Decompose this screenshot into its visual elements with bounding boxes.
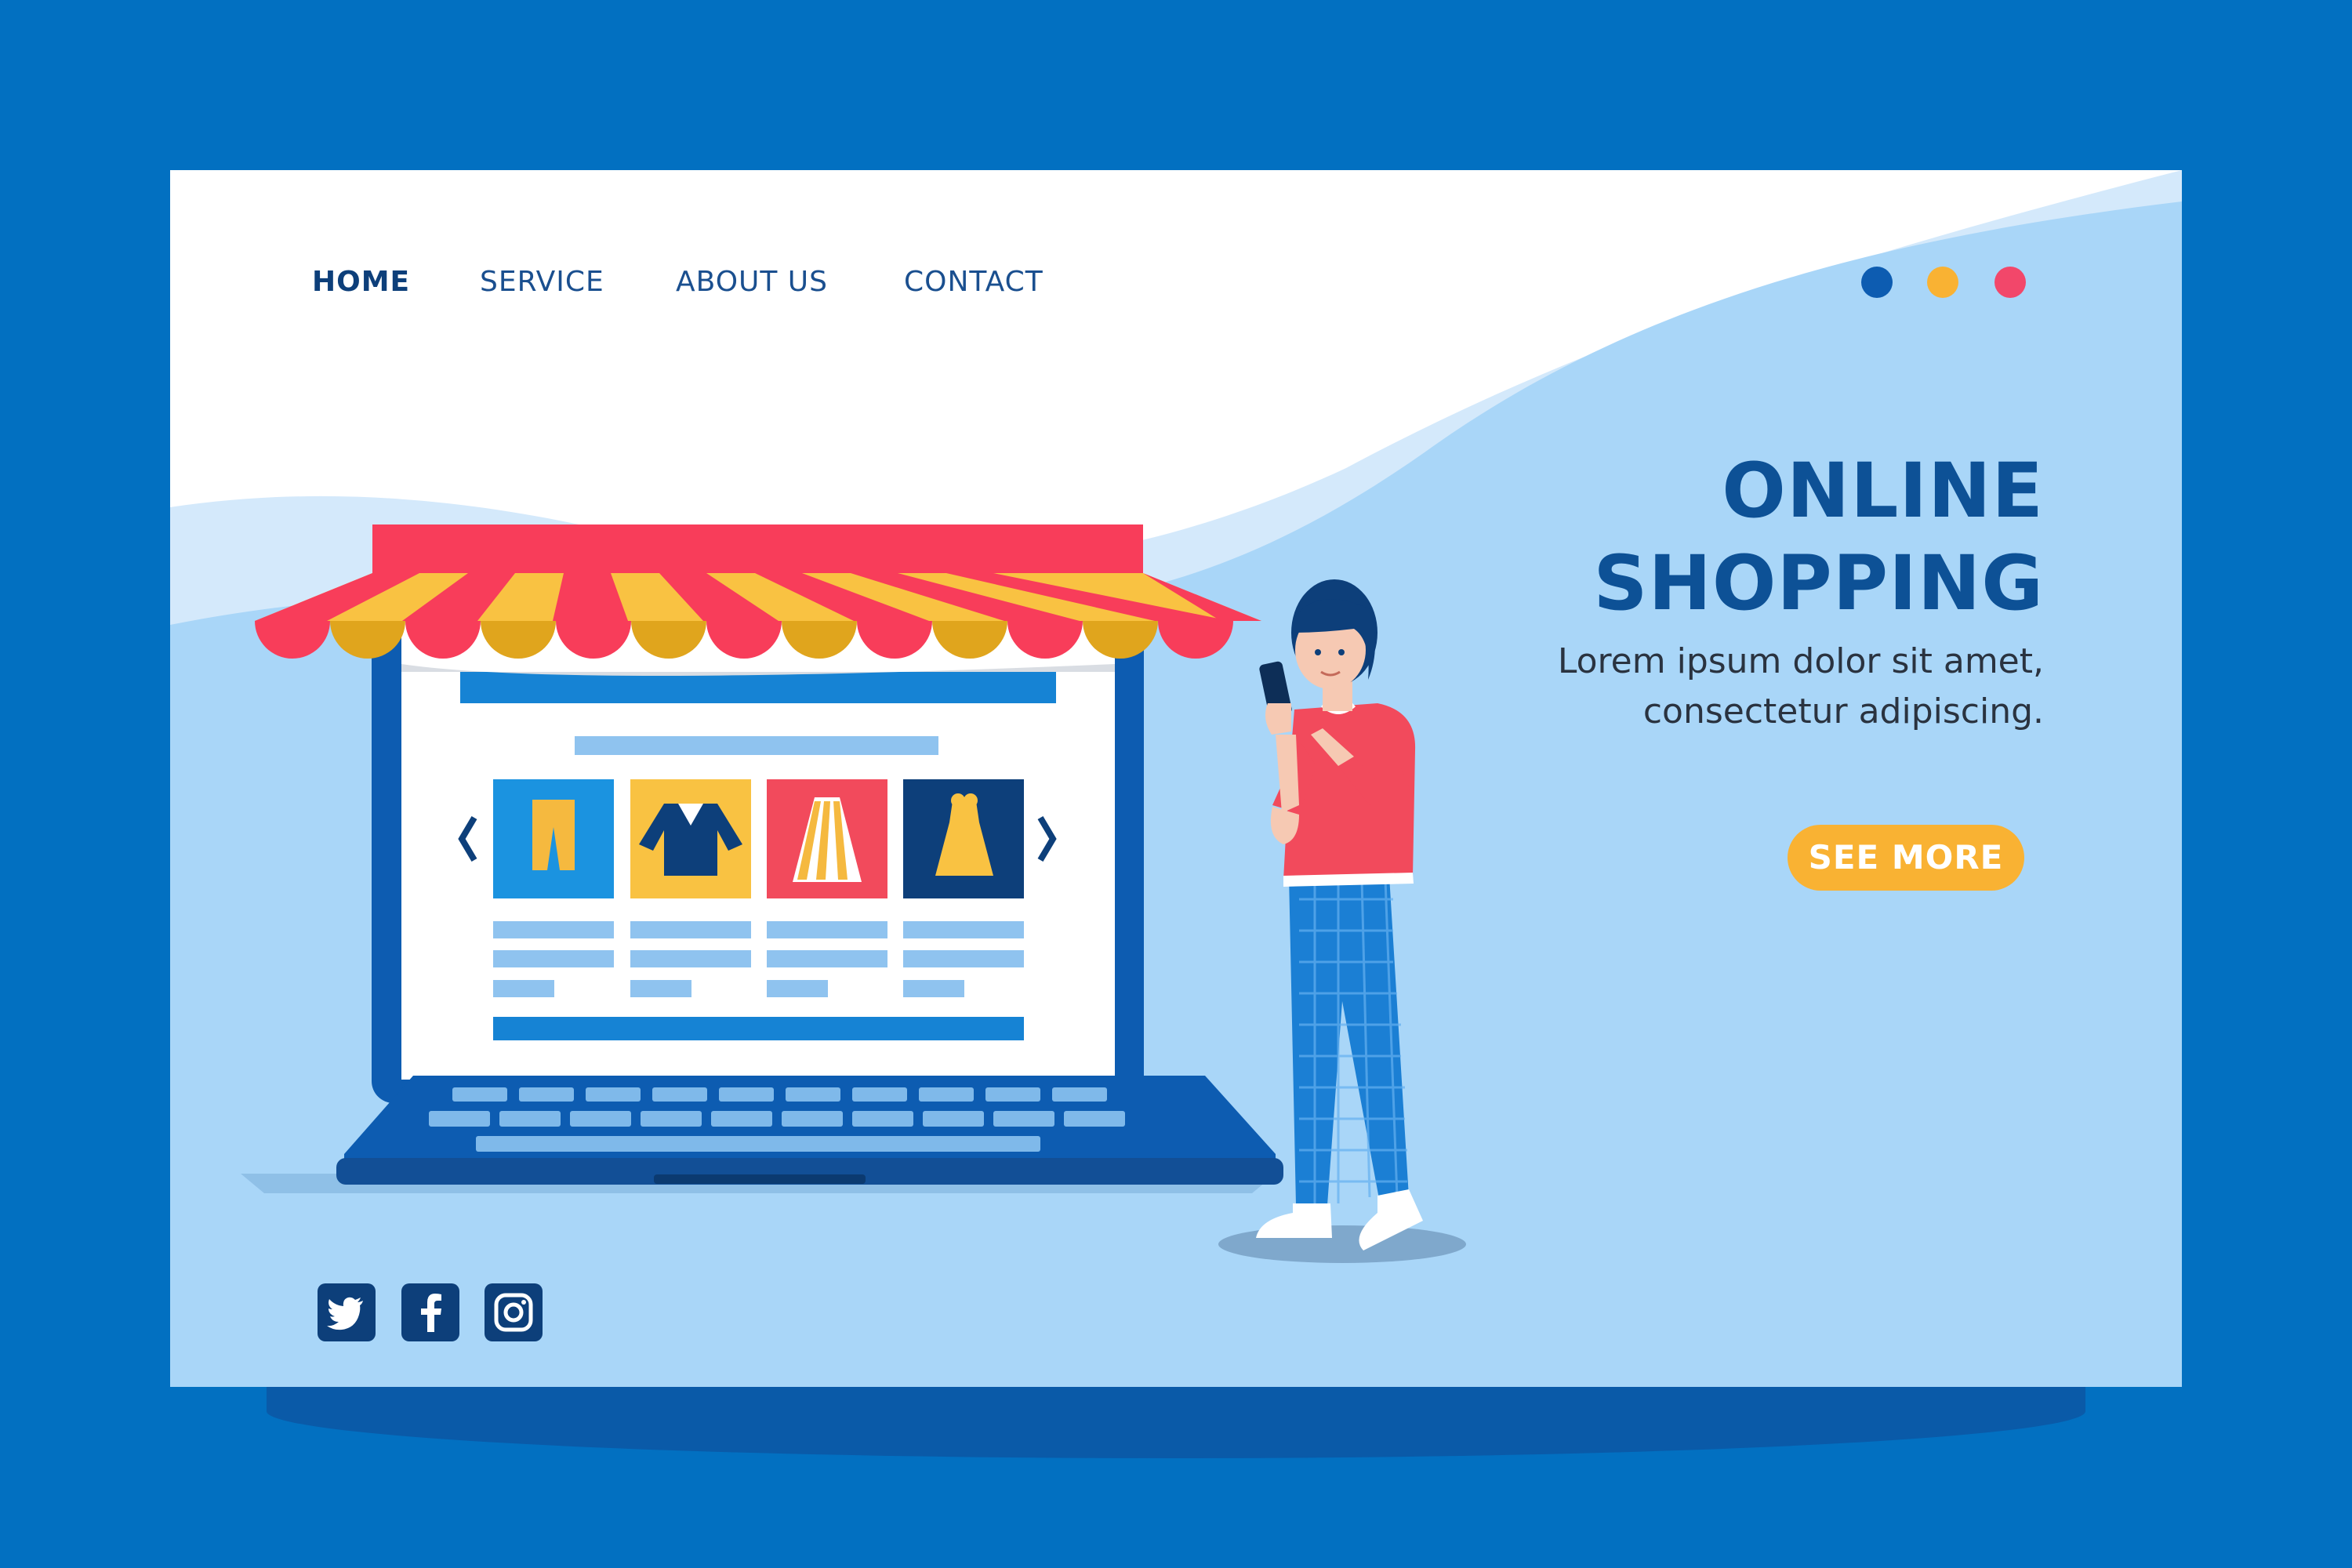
product-skirt: [767, 779, 887, 898]
hero-title-line1: ONLINE: [1722, 447, 2044, 535]
hero-title: ONLINE SHOPPING: [1487, 445, 2044, 630]
hero-subtitle-line2: consectetur adipiscing.: [1642, 691, 2044, 731]
product-dress: [903, 779, 1024, 898]
product-pants: [493, 779, 614, 898]
hero-subtitle-line1: Lorem ipsum dolor sit amet,: [1557, 641, 2044, 681]
hero-title-line2: SHOPPING: [1593, 539, 2044, 627]
shop-illustration: [241, 524, 1466, 1263]
instagram-icon[interactable]: [485, 1283, 543, 1341]
twitter-icon[interactable]: [318, 1283, 376, 1341]
facebook-icon[interactable]: [401, 1283, 459, 1341]
product-sweater: [630, 779, 751, 898]
landing-page-card: HOME SERVICE ABOUT US CONTACT ONLINE SHO…: [170, 170, 2182, 1387]
see-more-button[interactable]: SEE MORE: [1788, 825, 2024, 891]
hero-subtitle: Lorem ipsum dolor sit amet, consectetur …: [1393, 637, 2044, 737]
